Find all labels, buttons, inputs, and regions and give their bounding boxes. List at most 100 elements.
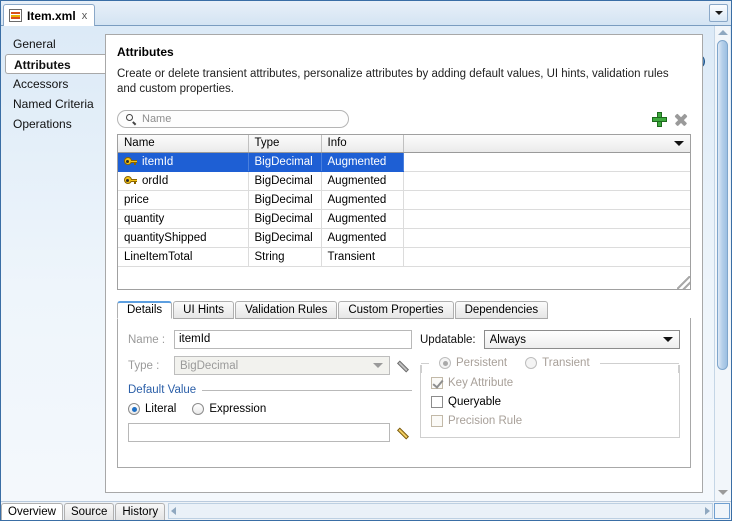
table-resize-grip[interactable] <box>677 276 690 289</box>
editor-body: ? General Attributes Accessors Named Cri… <box>1 26 731 501</box>
updatable-label: Updatable: <box>420 333 476 346</box>
bottom-tab-history[interactable]: History <box>115 503 166 520</box>
attribute-name: quantity <box>124 212 165 225</box>
attribute-name: quantityShipped <box>124 231 207 244</box>
name-field[interactable]: itemId <box>174 330 412 349</box>
editor-window: Item.xml x ? General Attributes Accessor… <box>0 0 732 521</box>
cell-type: BigDecimal <box>248 209 322 229</box>
checkbox-indicator-icon <box>431 377 443 389</box>
page-title: Attributes <box>117 45 174 59</box>
sidebar-item-operations[interactable]: Operations <box>1 114 105 134</box>
attributes-panel: Attributes Create or delete transient at… <box>105 34 703 493</box>
scrollbar-corner <box>714 503 730 519</box>
close-x-icon <box>674 112 688 126</box>
table-row[interactable]: quantityShipped BigDecimal Augmented <box>118 228 690 248</box>
column-header-type[interactable]: Type <box>248 135 322 153</box>
column-header-info[interactable]: Info <box>321 135 404 153</box>
close-icon[interactable]: x <box>81 10 89 22</box>
updatable-value: Always <box>489 333 527 346</box>
column-header-menu[interactable] <box>403 135 690 153</box>
horizontal-scrollbar[interactable] <box>168 503 713 519</box>
attributes-table-container: Name Type Info itemId BigDecimal Augment… <box>117 134 691 290</box>
column-header-name[interactable]: Name <box>118 135 249 153</box>
cell-type: String <box>248 247 322 267</box>
scroll-up-icon[interactable] <box>717 30 728 35</box>
table-row[interactable]: LineItemTotal String Transient <box>118 247 690 267</box>
table-row[interactable]: quantity BigDecimal Augmented <box>118 209 690 229</box>
cell-info: Transient <box>321 247 404 267</box>
tab-dependencies[interactable]: Dependencies <box>454 301 549 319</box>
sidebar-item-attributes[interactable]: Attributes <box>5 54 105 74</box>
page-description: Create or delete transient attributes, p… <box>117 68 669 95</box>
default-value-input[interactable] <box>128 423 390 442</box>
cell-filler <box>403 228 690 248</box>
tab-details[interactable]: Details <box>117 301 173 319</box>
tab-validation-rules[interactable]: Validation Rules <box>235 301 338 319</box>
sidebar-item-accessors[interactable]: Accessors <box>1 74 105 94</box>
cell-name: ordId <box>118 171 249 191</box>
queryable-label: Queryable <box>448 396 502 408</box>
scroll-down-icon[interactable] <box>717 490 728 495</box>
document-tab-item-xml[interactable]: Item.xml x <box>3 4 96 26</box>
add-attribute-button[interactable] <box>649 109 669 129</box>
key-attribute-checkbox: Key Attribute <box>431 377 669 389</box>
cell-info: Augmented <box>321 190 404 210</box>
persistent-label: Persistent <box>456 357 508 369</box>
pencil-icon[interactable] <box>396 425 412 441</box>
checkbox-indicator-icon <box>431 415 443 427</box>
arrow-right-icon[interactable] <box>705 507 710 515</box>
transient-label: Transient <box>542 357 590 369</box>
persistence-group-body: Key Attribute Queryable Precision Rule <box>431 365 669 427</box>
bottom-tab-overview[interactable]: Overview <box>1 503 63 520</box>
group-divider <box>202 389 412 391</box>
table-row[interactable]: ordId BigDecimal Augmented <box>118 171 690 191</box>
attribute-name: itemId <box>142 155 174 168</box>
delete-attribute-button[interactable] <box>671 109 691 129</box>
search-input[interactable]: Name <box>117 110 349 128</box>
attribute-name: price <box>124 193 149 206</box>
cell-name: LineItemTotal <box>118 247 249 267</box>
vertical-scrollbar[interactable] <box>714 26 730 501</box>
radio-indicator-icon <box>439 357 451 369</box>
table-row[interactable]: itemId BigDecimal Augmented <box>118 152 690 172</box>
cell-filler <box>403 190 690 210</box>
radio-indicator-icon <box>192 403 205 415</box>
literal-radio[interactable]: Literal <box>128 403 176 415</box>
updatable-select[interactable]: Always <box>483 330 680 349</box>
cell-info: Augmented <box>321 152 404 172</box>
queryable-checkbox[interactable]: Queryable <box>431 396 669 408</box>
arrow-left-icon[interactable] <box>171 507 177 515</box>
table-row[interactable]: price BigDecimal Augmented <box>118 190 690 210</box>
legend-segment <box>421 362 429 364</box>
chevron-down-icon <box>373 363 383 368</box>
type-field-label: Type : <box>128 359 160 372</box>
sidebar-item-named-criteria[interactable]: Named Criteria <box>1 94 105 114</box>
cell-filler <box>403 209 690 229</box>
expression-radio[interactable]: Expression <box>192 403 266 415</box>
default-value-group-title: Default Value <box>128 384 197 396</box>
cell-name: itemId <box>118 152 249 172</box>
table-header-row: Name Type Info <box>118 135 690 153</box>
vertical-scrollbar-thumb[interactable] <box>717 40 728 370</box>
sidebar-item-general[interactable]: General <box>1 34 105 54</box>
name-field-row: Name : itemId <box>128 330 412 349</box>
tab-list-menu-button[interactable] <box>709 4 728 22</box>
cell-name: quantity <box>118 209 249 229</box>
transient-radio: Transient <box>525 357 590 369</box>
precision-rule-checkbox: Precision Rule <box>431 415 669 427</box>
legend-segment <box>599 362 679 364</box>
cell-name: quantityShipped <box>118 228 249 248</box>
cell-info: Augmented <box>321 228 404 248</box>
chevron-down-icon <box>663 337 673 342</box>
cell-name: price <box>118 190 249 210</box>
default-value-group-header: Default Value <box>128 384 412 396</box>
persistence-group-legend: Persistent Transient <box>421 357 679 369</box>
default-value-input-row <box>128 423 412 442</box>
radio-indicator-icon <box>525 357 538 369</box>
chevron-down-icon <box>674 141 684 147</box>
type-field-row: Type : BigDecimal <box>128 356 412 375</box>
bottom-tab-source[interactable]: Source <box>63 503 115 520</box>
tab-custom-properties[interactable]: Custom Properties <box>338 301 454 319</box>
tab-ui-hints[interactable]: UI Hints <box>173 301 235 319</box>
cell-type: BigDecimal <box>248 152 322 172</box>
